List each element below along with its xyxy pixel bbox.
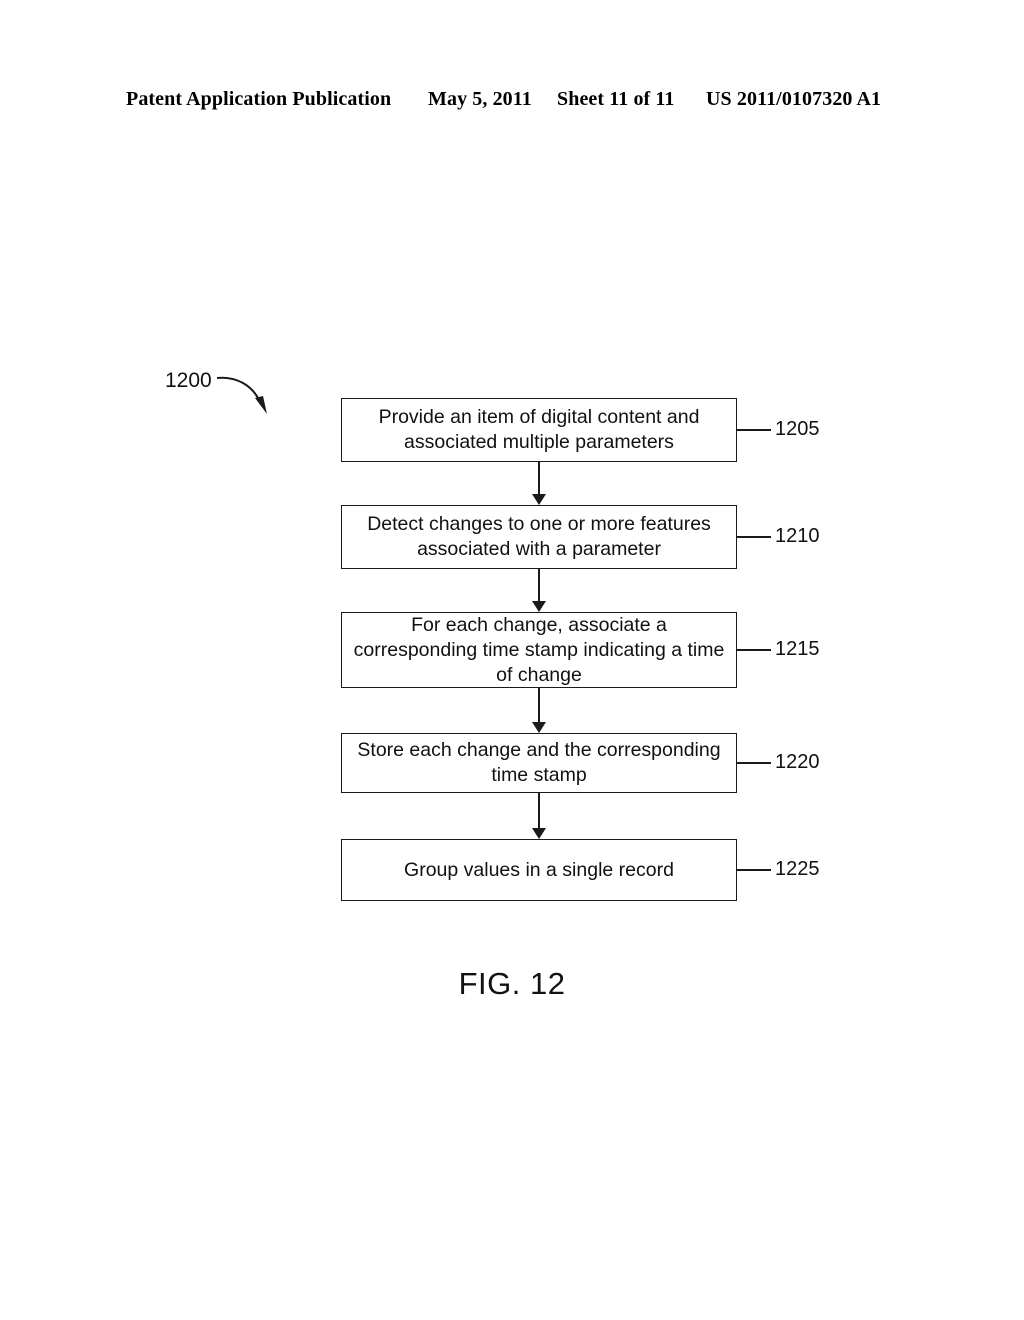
flow-step-1210[interactable]: Detect changes to one or more features a… bbox=[341, 505, 737, 569]
leader-line-1225 bbox=[737, 869, 771, 871]
reference-numeral-1220: 1220 bbox=[775, 751, 820, 773]
flow-step-1220-text: Store each change and the corresponding … bbox=[357, 739, 721, 786]
connector-arrow-1210-to-1215 bbox=[532, 569, 546, 612]
process-reference-label: 1200 bbox=[165, 369, 212, 392]
flow-step-1210-text: Detect changes to one or more features a… bbox=[367, 513, 711, 560]
connector-arrow-1220-to-1225 bbox=[532, 793, 546, 839]
leader-line-1215 bbox=[737, 649, 771, 651]
reference-numeral-1215: 1215 bbox=[775, 638, 820, 660]
connector-arrow-1215-to-1220 bbox=[532, 688, 546, 733]
flow-step-1205[interactable]: Provide an item of digital content and a… bbox=[341, 398, 737, 462]
leader-line-1210 bbox=[737, 536, 771, 538]
flow-step-1225[interactable]: Group values in a single record bbox=[341, 839, 737, 901]
flow-step-1215-text: For each change, associate a correspondi… bbox=[353, 613, 725, 686]
leader-line-1205 bbox=[737, 429, 771, 431]
curved-arrow-icon bbox=[216, 376, 267, 414]
reference-numeral-1205: 1205 bbox=[775, 418, 820, 440]
flow-step-1225-text: Group values in a single record bbox=[404, 858, 674, 881]
connector-arrow-1205-to-1210 bbox=[532, 462, 546, 505]
flow-step-1205-text: Provide an item of digital content and a… bbox=[378, 406, 700, 453]
flow-step-1220[interactable]: Store each change and the corresponding … bbox=[341, 733, 737, 793]
reference-numeral-1210: 1210 bbox=[775, 525, 820, 547]
leader-line-1220 bbox=[737, 762, 771, 764]
flowchart-diagram: 1200 Provide an item of digital content … bbox=[0, 0, 1024, 1320]
flow-step-1215[interactable]: For each change, associate a correspondi… bbox=[341, 612, 737, 688]
reference-numeral-1225: 1225 bbox=[775, 858, 820, 880]
figure-caption: FIG. 12 bbox=[458, 966, 566, 1001]
